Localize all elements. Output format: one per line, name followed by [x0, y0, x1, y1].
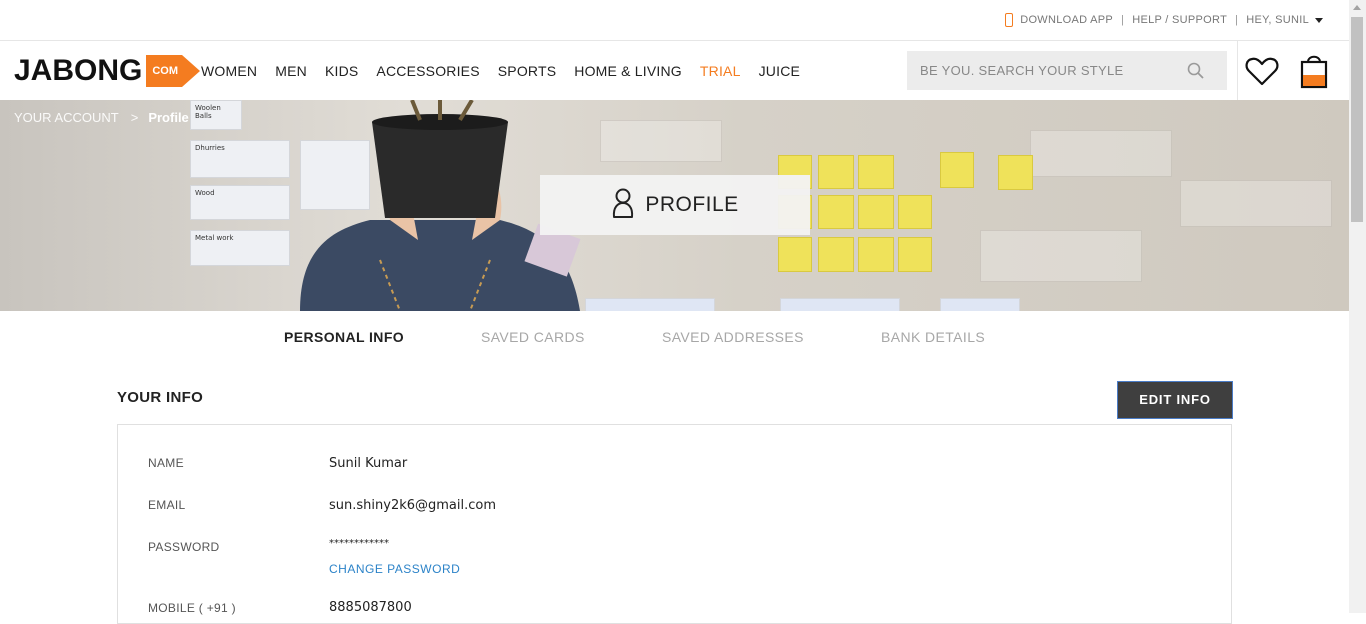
logo-text: JABONG — [14, 54, 143, 87]
user-menu[interactable]: HEY, SUNIL — [1246, 14, 1323, 26]
page-title: PROFILE — [645, 193, 739, 216]
nav-item-home-living[interactable]: HOME & LIVING — [574, 63, 682, 79]
name-label: NAME — [148, 456, 184, 470]
nav-item-men[interactable]: MEN — [275, 63, 307, 79]
nav-item-juice[interactable]: JUICE — [759, 63, 800, 79]
breadcrumb-your-account[interactable]: YOUR ACCOUNT — [14, 110, 119, 125]
tab-saved-cards[interactable]: SAVED CARDS — [481, 329, 585, 345]
page-scrollbar[interactable] — [1349, 0, 1366, 613]
edit-info-button[interactable]: EDIT INFO — [1117, 381, 1233, 419]
sticky-note — [998, 155, 1033, 190]
email-value: sun.shiny2k6@gmail.com — [329, 498, 497, 513]
category-menu: WOMEN MEN KIDS ACCESSORIES SPORTS HOME &… — [201, 41, 818, 100]
wall-paper-note: Dhurries — [190, 140, 290, 178]
tab-personal-info[interactable]: PERSONAL INFO — [284, 329, 404, 345]
jabong-logo[interactable]: JABONG COM — [14, 54, 201, 87]
wall-brick — [980, 230, 1142, 282]
download-app-link[interactable]: DOWNLOAD APP — [1020, 14, 1113, 26]
section-title: YOUR INFO — [117, 389, 204, 406]
caret-down-icon — [1315, 18, 1323, 23]
wall-brick — [600, 120, 722, 162]
name-value: Sunil Kumar — [329, 456, 408, 471]
breadcrumb-current: Profile — [148, 110, 189, 125]
sticky-note — [898, 237, 932, 272]
main-nav: JABONG COM WOMEN MEN KIDS ACCESSORIES SP… — [0, 41, 1349, 100]
utility-bar: DOWNLOAD APP | HELP / SUPPORT | HEY, SUN… — [0, 0, 1349, 41]
scroll-up-arrow-icon[interactable] — [1353, 5, 1361, 10]
wall-paper-note — [585, 298, 715, 311]
search-bar — [907, 51, 1227, 90]
wall-paper-note: Woolen Balls — [190, 100, 242, 130]
user-icon — [611, 187, 635, 223]
tab-bank-details[interactable]: BANK DETAILS — [881, 329, 985, 345]
wall-paper-note — [940, 298, 1020, 311]
nav-item-sports[interactable]: SPORTS — [498, 63, 557, 79]
phone-icon — [1005, 13, 1014, 27]
password-value: ************ — [329, 538, 389, 549]
sticky-note — [858, 237, 894, 272]
sticky-note — [818, 195, 854, 229]
wall-brick — [1030, 130, 1172, 177]
change-password-link[interactable]: CHANGE PASSWORD — [329, 562, 460, 576]
sticky-note — [898, 195, 932, 229]
help-support-link[interactable]: HELP / SUPPORT — [1132, 14, 1227, 26]
sticky-note — [858, 155, 894, 189]
logo-suffix: COM — [146, 55, 183, 87]
greeting-label: HEY, SUNIL — [1246, 14, 1309, 26]
divider: | — [1121, 14, 1125, 26]
wishlist-heart-icon[interactable] — [1245, 56, 1279, 90]
shopping-bag-icon[interactable] — [1299, 53, 1329, 93]
nav-item-kids[interactable]: KIDS — [325, 63, 358, 79]
email-label: EMAIL — [148, 498, 186, 512]
wall-brick — [1180, 180, 1332, 227]
profile-hero-banner: Woolen Balls Dhurries Wood Metal work YO… — [0, 100, 1349, 311]
search-input[interactable] — [907, 51, 1190, 90]
profile-title-card: PROFILE — [540, 175, 810, 235]
wall-paper-note: Wood — [190, 185, 290, 220]
sticky-note — [778, 237, 812, 272]
wall-paper-note — [780, 298, 900, 311]
search-icon[interactable] — [1187, 62, 1205, 84]
nav-item-women[interactable]: WOMEN — [201, 63, 257, 79]
nav-item-trial[interactable]: TRIAL — [700, 63, 741, 79]
info-card — [117, 424, 1232, 624]
sticky-note — [858, 195, 894, 229]
breadcrumb: YOUR ACCOUNT > Profile — [14, 110, 189, 125]
scrollbar-thumb[interactable] — [1351, 17, 1363, 222]
divider — [1237, 41, 1238, 100]
utility-links: DOWNLOAD APP | HELP / SUPPORT | HEY, SUN… — [1005, 0, 1323, 40]
password-label: PASSWORD — [148, 540, 220, 554]
breadcrumb-separator: > — [130, 110, 139, 125]
sticky-note — [818, 237, 854, 272]
logo-arrow — [182, 55, 201, 87]
nav-item-accessories[interactable]: ACCESSORIES — [376, 63, 479, 79]
sticky-note — [818, 155, 854, 189]
divider: | — [1235, 14, 1239, 26]
tab-saved-addresses[interactable]: SAVED ADDRESSES — [662, 329, 804, 345]
sticky-note — [940, 152, 974, 188]
wall-paper-note: Metal work — [190, 230, 290, 266]
profile-tabs: PERSONAL INFO SAVED CARDS SAVED ADDRESSE… — [0, 325, 1349, 353]
